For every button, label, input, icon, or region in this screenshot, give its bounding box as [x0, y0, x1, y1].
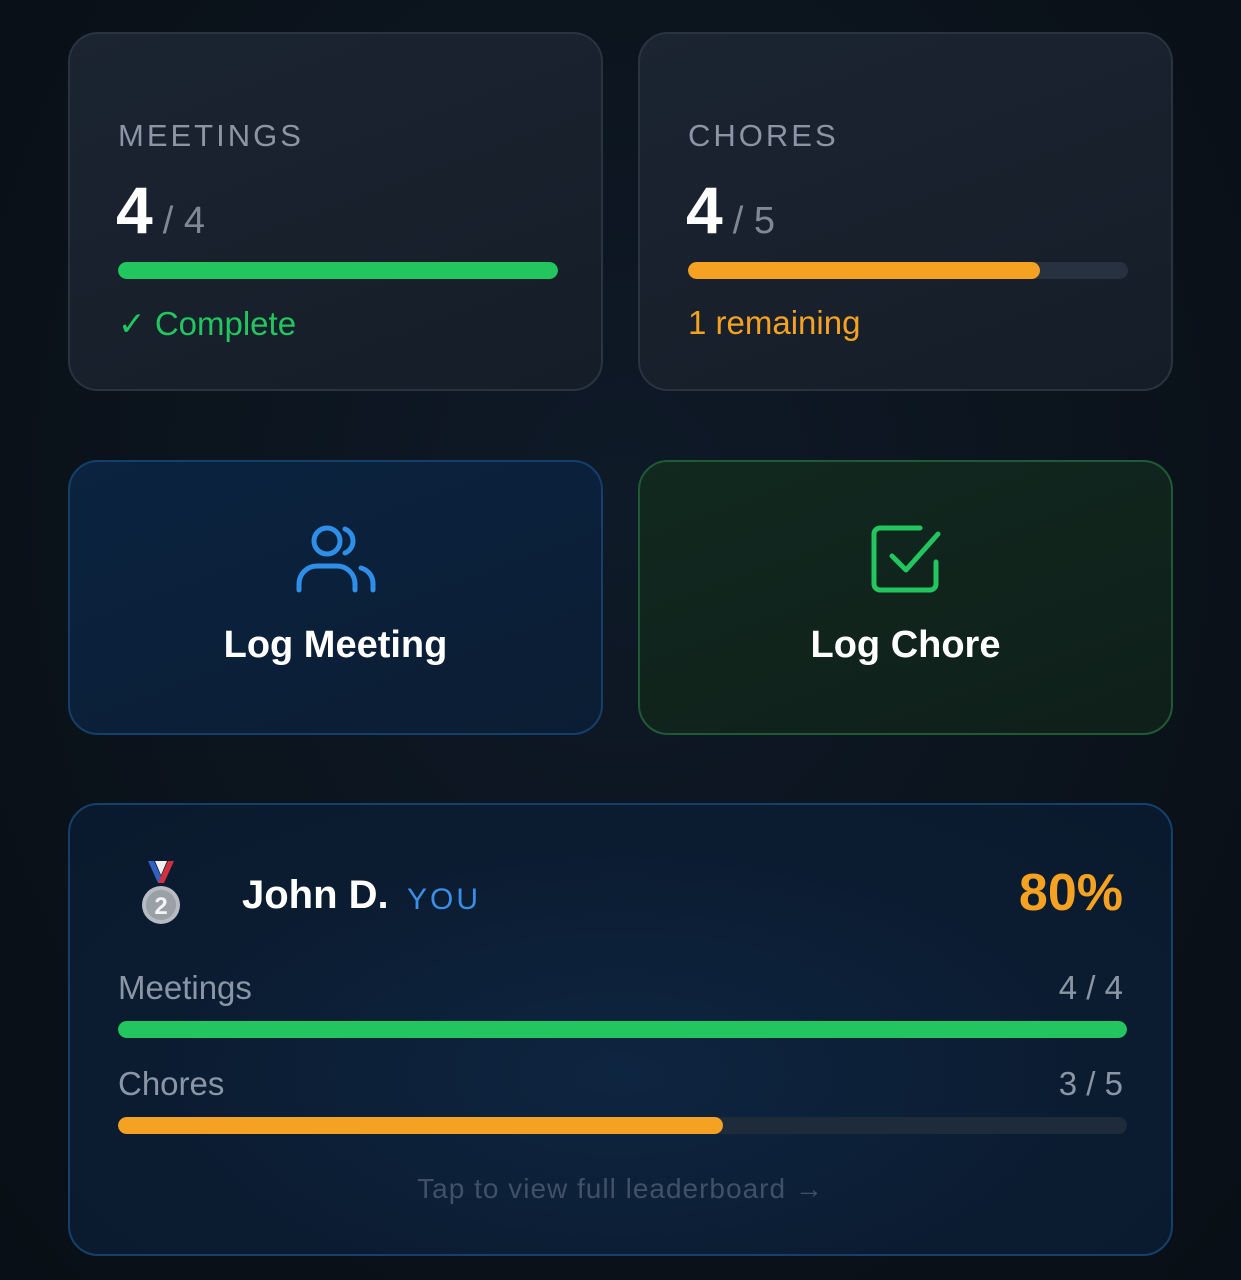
- meetings-stat-card: MEETINGS 4 / 4 ✓ Complete: [68, 32, 603, 391]
- meetings-label: MEETINGS: [118, 118, 304, 153]
- chores-status: 1 remaining: [688, 304, 861, 341]
- users-icon: [295, 524, 377, 596]
- leaderboard-card[interactable]: 2 John D. YOU 80% Meetings 4 / 4 Chores …: [68, 803, 1173, 1256]
- chores-done: 4: [686, 173, 723, 247]
- chores-progress-fill: [688, 262, 1040, 279]
- leaderboard-meetings-value: 4 / 4: [1058, 969, 1123, 1006]
- chores-total: / 5: [732, 200, 775, 242]
- meetings-total: / 4: [162, 200, 205, 242]
- chores-progress-bar: [688, 262, 1128, 279]
- meetings-status: ✓ Complete: [118, 305, 297, 342]
- log-chore-label: Log Chore: [810, 624, 1001, 666]
- medal-rank: 2: [154, 893, 167, 920]
- log-meeting-button[interactable]: Log Meeting: [68, 460, 603, 735]
- log-meeting-label: Log Meeting: [223, 624, 448, 666]
- meetings-done: 4: [116, 173, 153, 247]
- leaderboard-chores-progress-fill: [118, 1117, 724, 1134]
- leaderboard-chores-label: Chores: [118, 1065, 225, 1102]
- you-badge: YOU: [407, 883, 482, 916]
- check-square-icon: [865, 524, 947, 596]
- chores-stat-card: CHORES 4 / 5 1 remaining: [638, 32, 1173, 391]
- view-leaderboard-link[interactable]: Tap to view full leaderboard →: [70, 1173, 1171, 1205]
- chores-label: CHORES: [688, 118, 839, 153]
- leaderboard-chores-value: 3 / 5: [1058, 1065, 1123, 1102]
- meetings-progress-bar: [118, 262, 558, 279]
- log-chore-button[interactable]: Log Chore: [638, 460, 1173, 735]
- completion-percent: 80%: [1018, 864, 1123, 922]
- chores-count: 4 / 5: [686, 172, 775, 248]
- meetings-progress-fill: [118, 262, 558, 279]
- leaderboard-chores-progress-bar: [118, 1117, 1127, 1134]
- leaderboard-meetings-progress-fill: [118, 1021, 1127, 1038]
- second-place-medal-icon: 2: [136, 861, 186, 925]
- leaderboard-meetings-progress-bar: [118, 1021, 1127, 1038]
- user-name: John D.: [242, 873, 389, 917]
- meetings-count: 4 / 4: [116, 172, 205, 248]
- leaderboard-meetings-label: Meetings: [118, 969, 252, 1006]
